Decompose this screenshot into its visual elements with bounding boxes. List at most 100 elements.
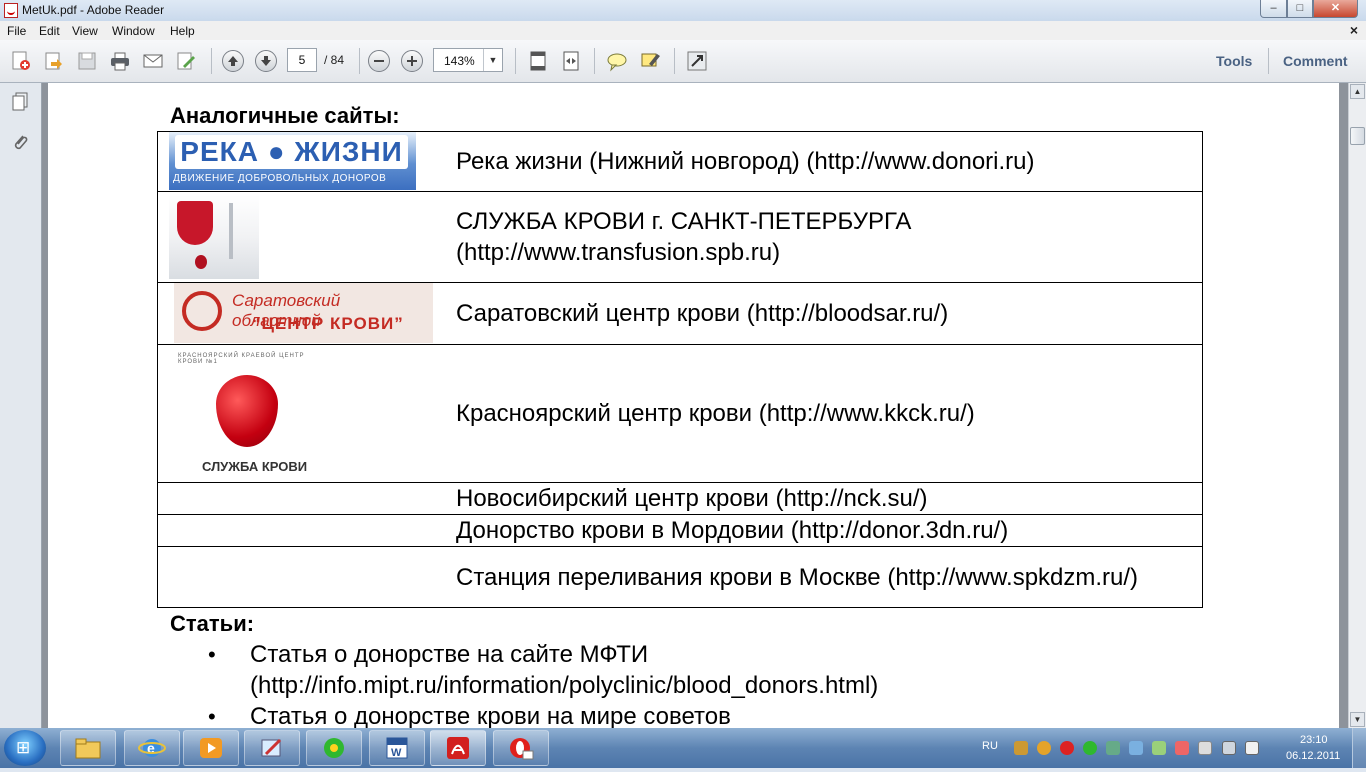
taskbar-internet-explorer-icon[interactable]: e xyxy=(124,730,180,766)
start-button[interactable]: ⊞ xyxy=(4,730,46,766)
spire-icon xyxy=(229,203,233,259)
saratov-logo-line2: “ЦЕНТР КРОВИ” xyxy=(252,314,404,333)
toolbar xyxy=(0,40,1366,83)
table-row: Донорство крови в Мордовии (http://donor… xyxy=(157,514,1203,547)
scroll-up-icon[interactable]: ▲ xyxy=(1350,84,1365,99)
navigation-pane xyxy=(0,83,42,728)
site-text: Река жизни (Нижний новгород) (http://www… xyxy=(446,131,1203,192)
tray-app-icon[interactable] xyxy=(1106,741,1120,755)
site-text: Красноярский центр крови (http://www.kkc… xyxy=(446,344,1203,483)
menu-bar: File Edit View Window Help × xyxy=(0,21,1366,40)
volume-icon[interactable] xyxy=(1245,741,1259,755)
tray-app-icon[interactable] xyxy=(1175,741,1189,755)
taskbar: ⊞ e W RU 23:10 06.12.2011 xyxy=(0,728,1366,768)
clock-time[interactable]: 23:10 xyxy=(1300,734,1328,746)
table-row: Саратовский областной “ЦЕНТР КРОВИ” Сара… xyxy=(157,282,1203,345)
page-total: / 84 xyxy=(324,53,345,67)
saratov-emblem-icon xyxy=(182,291,222,331)
sticky-note-icon[interactable] xyxy=(606,50,628,72)
reka-zhizni-logo-title: РЕКА ● ЖИЗНИ xyxy=(175,135,408,169)
list-item: Статья о донорстве крови на мире советов xyxy=(208,701,970,728)
logo-cell: Саратовский областной “ЦЕНТР КРОВИ” xyxy=(157,282,446,345)
krasnoyarsk-logo-arc-text: КРАСНОЯРСКИЙ КРАЕВОЙ ЦЕНТР КРОВИ №1 xyxy=(178,353,305,365)
language-indicator[interactable]: RU xyxy=(982,740,998,752)
table-row: Новосибирский центр крови (http://nck.su… xyxy=(157,482,1203,515)
maximize-button[interactable]: □ xyxy=(1287,0,1313,18)
page-thumbnails-icon[interactable] xyxy=(10,91,30,113)
logo-cell xyxy=(157,482,446,515)
vertical-scrollbar[interactable]: ▲ ▼ xyxy=(1348,83,1366,728)
attachments-icon[interactable] xyxy=(10,131,30,153)
logo-cell xyxy=(157,514,446,547)
site-text: Саратовский центр крови (http://bloodsar… xyxy=(446,282,1203,345)
tray-app-icon[interactable] xyxy=(1060,741,1074,755)
close-document-icon[interactable]: × xyxy=(1350,22,1358,38)
clock-date[interactable]: 06.12.2011 xyxy=(1286,750,1340,762)
open-file-icon[interactable] xyxy=(43,50,65,72)
chevron-down-icon[interactable]: ▼ xyxy=(483,49,502,71)
page-number-input[interactable]: 5 xyxy=(287,48,317,72)
network-icon[interactable] xyxy=(1222,741,1236,755)
reka-zhizni-logo: РЕКА ● ЖИЗНИ ДВИЖЕНИЕ ДОБРОВОЛЬНЫХ ДОНОР… xyxy=(169,132,416,190)
zoom-value: 143% xyxy=(444,54,475,68)
logo-cell: РЕКА ● ЖИЗНИ ДВИЖЕНИЕ ДОБРОВОЛЬНЫХ ДОНОР… xyxy=(157,131,446,192)
create-pdf-icon[interactable] xyxy=(10,50,32,72)
logo-cell xyxy=(157,546,446,608)
fit-page-icon[interactable] xyxy=(527,50,549,72)
blood-drop-icon xyxy=(195,255,207,269)
pdf-page: Аналогичные сайты: РЕКА ● ЖИЗНИ ДВИЖЕНИЕ… xyxy=(48,83,1339,728)
email-icon[interactable] xyxy=(142,50,164,72)
highlight-icon[interactable] xyxy=(639,50,661,72)
taskbar-opera-mail-icon[interactable] xyxy=(493,730,549,766)
blood-drop-icon xyxy=(216,375,278,447)
site-text: Донорство крови в Мордовии (http://donor… xyxy=(446,514,1203,547)
svg-text:W: W xyxy=(391,747,402,759)
taskbar-media-player-icon[interactable] xyxy=(183,730,239,766)
show-desktop-button[interactable] xyxy=(1352,728,1366,768)
taskbar-paint-icon[interactable] xyxy=(244,730,300,766)
logo-cell xyxy=(157,191,446,283)
minimize-button[interactable]: – xyxy=(1260,0,1287,18)
title-bar: MetUk.pdf - Adobe Reader – □ ✕ xyxy=(0,0,1366,21)
scroll-down-icon[interactable]: ▼ xyxy=(1350,712,1365,727)
comment-button[interactable]: Comment xyxy=(1283,53,1348,69)
zoom-out-icon[interactable] xyxy=(368,50,390,72)
taskbar-word-icon[interactable]: W xyxy=(369,730,425,766)
tray-app-icon[interactable] xyxy=(1152,741,1166,755)
site-text: Станция переливания крови в Москве (http… xyxy=(446,546,1203,608)
usb-device-icon[interactable] xyxy=(1198,741,1212,755)
tools-button[interactable]: Tools xyxy=(1216,53,1252,69)
full-screen-icon[interactable] xyxy=(686,50,708,72)
zoom-in-icon[interactable] xyxy=(401,50,423,72)
tray-app-icon[interactable] xyxy=(1129,741,1143,755)
adobe-reader-icon xyxy=(4,3,18,18)
scrollbar-thumb[interactable] xyxy=(1350,127,1365,145)
close-button[interactable]: ✕ xyxy=(1313,0,1358,18)
saratov-center-logo: Саратовский областной “ЦЕНТР КРОВИ” xyxy=(174,283,433,343)
edit-document-icon[interactable] xyxy=(175,50,197,72)
taskbar-icq-icon[interactable] xyxy=(306,730,362,766)
tray-icq-icon[interactable] xyxy=(1083,741,1097,755)
table-row: СЛУЖБА КРОВИ г. САНКТ-ПЕТЕРБУРГА (http:/… xyxy=(157,191,1203,283)
table-row: Станция переливания крови в Москве (http… xyxy=(157,546,1203,608)
menu-edit[interactable]: Edit xyxy=(39,24,60,38)
fit-width-icon[interactable] xyxy=(560,50,582,72)
table-row: КРАСНОЯРСКИЙ КРАЕВОЙ ЦЕНТР КРОВИ №1 СЛУЖ… xyxy=(157,344,1203,483)
site-text: Новосибирский центр крови (http://nck.su… xyxy=(446,482,1203,515)
coat-of-arms-icon xyxy=(177,201,213,245)
taskbar-explorer-icon[interactable] xyxy=(60,730,116,766)
reka-zhizni-logo-subtitle: ДВИЖЕНИЕ ДОБРОВОЛЬНЫХ ДОНОРОВ xyxy=(173,173,387,184)
taskbar-adobe-reader-icon[interactable] xyxy=(430,730,486,766)
list-item: Статья о донорстве на сайте МФТИ (http:/… xyxy=(208,639,970,701)
save-icon[interactable] xyxy=(76,50,98,72)
menu-file[interactable]: File xyxy=(7,24,26,38)
zoom-select[interactable]: 143% ▼ xyxy=(433,48,503,72)
windows-logo-icon: ⊞ xyxy=(16,738,31,757)
menu-window[interactable]: Window xyxy=(112,24,155,38)
print-icon[interactable] xyxy=(109,50,131,72)
menu-help[interactable]: Help xyxy=(170,24,195,38)
tray-app-icon[interactable] xyxy=(1037,741,1051,755)
previous-page-icon[interactable] xyxy=(222,50,244,72)
menu-view[interactable]: View xyxy=(72,24,98,38)
next-page-icon[interactable] xyxy=(255,50,277,72)
